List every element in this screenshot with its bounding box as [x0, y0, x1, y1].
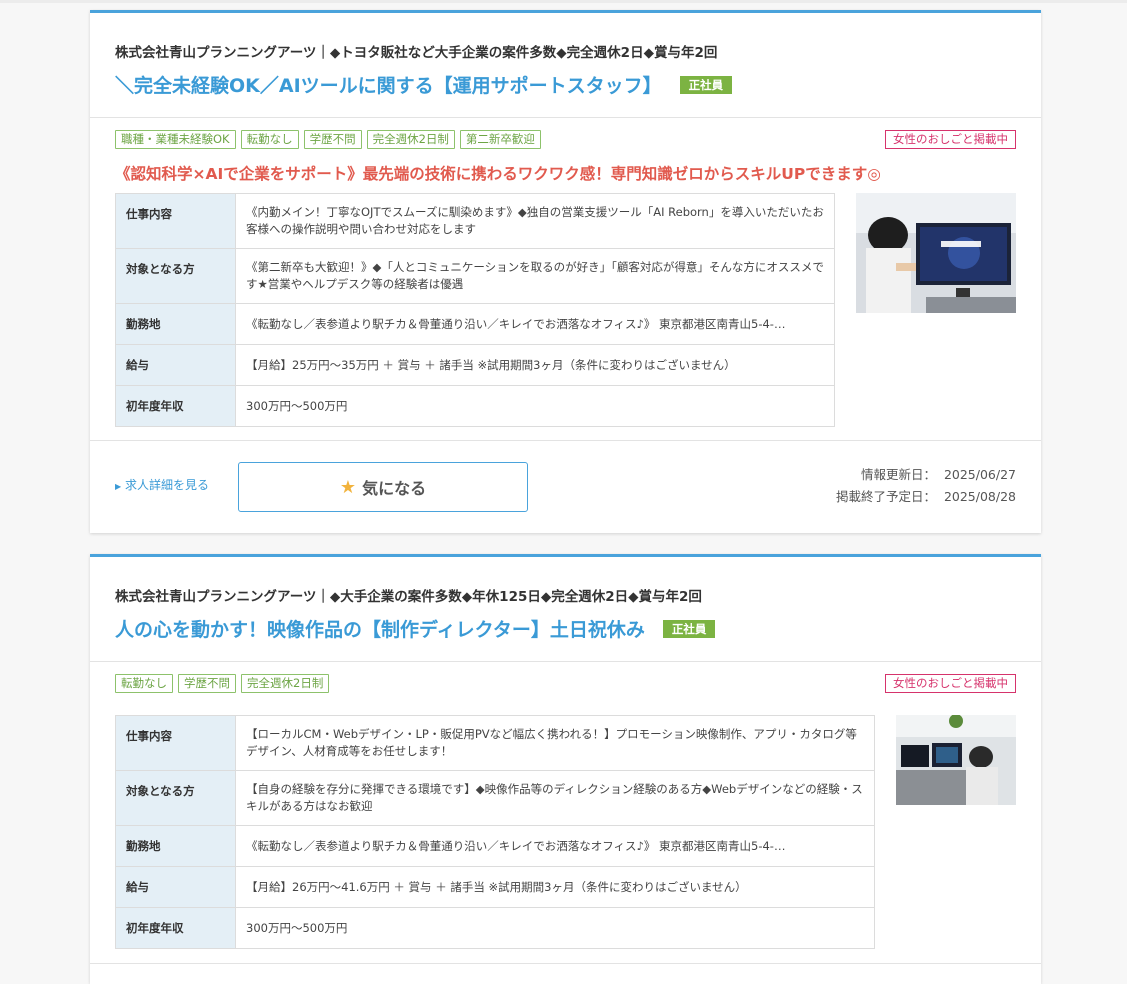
table-row: 初年度年収 300万円～500万円	[115, 385, 835, 427]
job-detail-link-label: 求人詳細を見る	[124, 478, 209, 492]
job-tag: 職種・業種未経験OK	[115, 130, 236, 149]
detail-value: 《第二新卒も大歓迎！》◆「人とコミュニケーションを取るのが好き」「顧客対応が得意…	[235, 248, 835, 304]
women-job-badge: 女性のおしごと掲載中	[885, 130, 1016, 149]
table-row: 初年度年収 300万円～500万円	[115, 907, 875, 949]
job-tags: 職種・業種未経験OK 転勤なし 学歴不問 完全週休2日制 第二新卒歓迎	[115, 130, 541, 149]
table-row: 勤務地 《転勤なし／表参道より駅チカ＆骨董通り沿い／キレイでお洒落なオフィス♪》…	[115, 303, 835, 345]
divider	[90, 661, 1041, 662]
job-title-link[interactable]: 人の心を動かす！映像作品の【制作ディレクター】土日祝休み	[115, 615, 645, 642]
detail-label: 初年度年収	[115, 385, 236, 427]
job-tag: 転勤なし	[115, 674, 173, 693]
job-detail-link[interactable]: ▶ 求人詳細を見る	[115, 476, 209, 493]
job-photo[interactable]	[856, 193, 1016, 313]
company-name: 株式会社青山プランニングアーツ｜◆トヨタ販社など大手企業の案件多数◆完全週休2日…	[115, 45, 718, 61]
job-tag: 完全週休2日制	[241, 674, 330, 693]
table-row: 対象となる方 《第二新卒も大歓迎！》◆「人とコミュニケーションを取るのが好き」「…	[115, 248, 835, 304]
detail-cell: 《転勤なし／表参道より駅チカ＆骨董通り沿い／キレイでお洒落なオフィス♪》 東京都…	[235, 303, 835, 345]
detail-value: 【自身の経験を存分に発揮できる環境です】◆映像作品等のディレクション経験のある方…	[235, 770, 875, 826]
employment-type-badge: 正社員	[679, 75, 733, 94]
job-tag: 転勤なし	[240, 130, 299, 149]
job-card-1: 株式会社青山プランニングアーツ｜◆トヨタ販社など大手企業の案件多数◆完全週休2日…	[90, 10, 1041, 533]
favorite-button[interactable]: ★ 気になる	[238, 462, 528, 512]
divider	[90, 440, 1041, 441]
job-details-table: 仕事内容 【ローカルCM・Webデザイン・LP・販促用PVなど幅広く携われる！】…	[115, 715, 875, 949]
company-name: 株式会社青山プランニングアーツ｜◆大手企業の案件多数◆年休125日◆完全週休2日…	[115, 589, 702, 605]
table-row: 勤務地 《転勤なし／表参道より駅チカ＆骨董通り沿い／キレイでお洒落なオフィス♪》…	[115, 825, 875, 867]
detail-cell: 《転勤なし／表参道より駅チカ＆骨董通り沿い／キレイでお洒落なオフィス♪》 東京都…	[235, 825, 875, 867]
catch-copy: 《認知科学×AIで企業をサポート》最先端の技術に携わるワクワク感！専門知識ゼロか…	[115, 165, 881, 183]
triangle-right-icon: ▶	[115, 482, 122, 491]
star-icon: ★	[339, 476, 357, 498]
detail-label: 勤務地	[115, 825, 236, 867]
table-row: 給与 【月給】25万円～35万円 ＋ 賞与 ＋ 諸手当 ※試用期間3ヶ月（条件に…	[115, 344, 835, 386]
employment-type-badge: 正社員	[662, 619, 716, 638]
job-tags: 転勤なし 学歴不問 完全週休2日制	[115, 674, 330, 693]
table-row: 仕事内容 《内勤メイン！丁寧なOJTでスムーズに馴染めます》◆独自の営業支援ツー…	[115, 193, 835, 249]
job-title-row: 人の心を動かす！映像作品の【制作ディレクター】土日祝休み 正社員	[115, 615, 716, 642]
detail-label: 初年度年収	[115, 907, 236, 949]
job-card-2: 株式会社青山プランニングアーツ｜◆大手企業の案件多数◆年休125日◆完全週休2日…	[90, 554, 1041, 984]
job-details-table: 仕事内容 《内勤メイン！丁寧なOJTでスムーズに馴染めます》◆独自の営業支援ツー…	[115, 193, 835, 427]
updated-date-row: 情報更新日： 2025/06/27	[836, 464, 1016, 486]
detail-value: 300万円～500万円	[235, 385, 835, 427]
detail-value: 【月給】25万円～35万円 ＋ 賞与 ＋ 諸手当 ※試用期間3ヶ月（条件に変わり…	[235, 344, 835, 386]
end-date-value: 2025/08/28	[943, 489, 1016, 504]
detail-value: 【ローカルCM・Webデザイン・LP・販促用PVなど幅広く携われる！】プロモーシ…	[235, 715, 875, 771]
detail-label: 給与	[115, 866, 236, 908]
end-date-row: 掲載終了予定日： 2025/08/28	[836, 486, 1016, 508]
detail-label: 仕事内容	[115, 193, 236, 249]
job-dates: 情報更新日： 2025/06/27 掲載終了予定日： 2025/08/28	[836, 464, 1016, 508]
job-title-link[interactable]: ＼完全未経験OK／AIツールに関する【運用サポートスタッフ】	[115, 71, 662, 98]
table-row: 仕事内容 【ローカルCM・Webデザイン・LP・販促用PVなど幅広く携われる！】…	[115, 715, 875, 771]
detail-value: 300万円～500万円	[235, 907, 875, 949]
detail-value: 《転勤なし／表参道より駅チカ＆骨董通り沿い／キレイでお洒落なオフィス♪》 東京都…	[246, 316, 786, 331]
women-job-badge: 女性のおしごと掲載中	[885, 674, 1016, 693]
updated-date-label: 情報更新日：	[860, 467, 936, 482]
job-tag: 第二新卒歓迎	[459, 130, 541, 149]
job-tag: 学歴不問	[178, 674, 236, 693]
divider	[90, 117, 1041, 118]
detail-value: 《内勤メイン！丁寧なOJTでスムーズに馴染めます》◆独自の営業支援ツール「AI …	[235, 193, 835, 249]
detail-label: 対象となる方	[115, 248, 236, 304]
table-row: 対象となる方 【自身の経験を存分に発揮できる環境です】◆映像作品等のディレクショ…	[115, 770, 875, 826]
updated-date-value: 2025/06/27	[943, 467, 1016, 482]
job-tag: 学歴不問	[303, 130, 362, 149]
detail-value: 《転勤なし／表参道より駅チカ＆骨董通り沿い／キレイでお洒落なオフィス♪》 東京都…	[246, 838, 786, 853]
top-divider	[0, 0, 1127, 3]
table-row: 給与 【月給】26万円～41.6万円 ＋ 賞与 ＋ 諸手当 ※試用期間3ヶ月（条…	[115, 866, 875, 908]
detail-label: 給与	[115, 344, 236, 386]
detail-value: 【月給】26万円～41.6万円 ＋ 賞与 ＋ 諸手当 ※試用期間3ヶ月（条件に変…	[235, 866, 875, 908]
detail-label: 仕事内容	[115, 715, 236, 771]
end-date-label: 掲載終了予定日：	[835, 489, 936, 504]
detail-label: 対象となる方	[115, 770, 236, 826]
favorite-button-label: 気になる	[362, 479, 427, 498]
job-title-row: ＼完全未経験OK／AIツールに関する【運用サポートスタッフ】 正社員	[115, 71, 733, 98]
job-tag: 完全週休2日制	[366, 130, 455, 149]
job-photo[interactable]	[896, 715, 1016, 805]
detail-label: 勤務地	[115, 303, 236, 345]
divider	[90, 963, 1041, 964]
